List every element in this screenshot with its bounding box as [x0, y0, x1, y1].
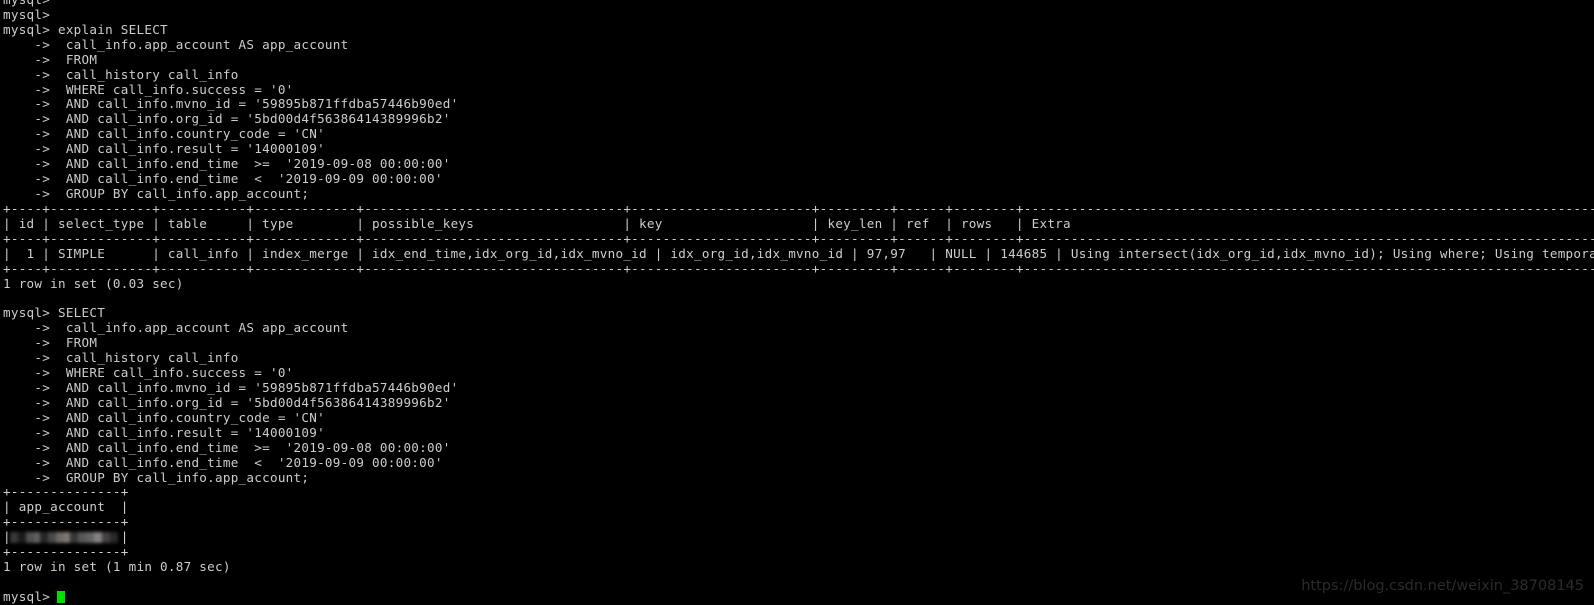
terminal-line: mysql> SELECT [3, 305, 106, 321]
terminal-line: -> call_history call_info [3, 350, 239, 366]
prompt-label: mysql> [3, 588, 51, 604]
terminal-line: +--------------+ [3, 514, 129, 530]
terminal-line: -> AND call_info.end_time >= '2019-09-08… [3, 156, 451, 172]
terminal-line: -> AND call_info.result = '14000109' [3, 141, 325, 157]
terminal-line: -> AND call_info.org_id = '5bd00d4f56386… [3, 111, 451, 127]
terminal-line: | id | select_type | table | type | poss… [3, 215, 1594, 231]
terminal-window[interactable]: mysql>mysql>mysql> explain SELECT -> cal… [0, 0, 1594, 605]
terminal-line: -> call_info.app_account AS app_account [3, 36, 349, 52]
terminal-line: mysql> explain SELECT [3, 21, 168, 37]
terminal-line: -> WHERE call_info.success = '0' [3, 365, 294, 381]
terminal-line: -> AND call_info.country_code = 'CN' [3, 126, 325, 142]
terminal-line: 1 row in set (1 min 0.87 sec) [3, 559, 231, 575]
text-cursor [57, 590, 66, 603]
terminal-line: -> AND call_info.country_code = 'CN' [3, 409, 325, 425]
terminal-line: mysql> [0, 0, 1594, 8]
terminal-line: 1 row in set (0.03 sec) [3, 275, 184, 291]
terminal-line: -> AND call_info.mvno_id = '59895b871ffd… [3, 379, 459, 395]
terminal-line: -> GROUP BY call_info.app_account; [3, 185, 310, 201]
redaction-blur-overlay [10, 532, 118, 544]
terminal-line: -> WHERE call_info.success = '0' [3, 81, 294, 97]
result-row-redacted: | | [3, 529, 129, 545]
terminal-line: -> AND call_info.end_time < '2019-09-09 … [3, 454, 443, 470]
terminal-line: | app_account | [3, 499, 129, 515]
terminal-line: | 1 | SIMPLE | call_info | index_merge |… [3, 245, 1594, 261]
watermark-text: https://blog.csdn.net/weixin_38708145 [1301, 578, 1584, 594]
terminal-line: +----+-------------+-----------+--------… [3, 200, 1594, 216]
terminal-line: mysql> [3, 6, 51, 22]
terminal-line: -> AND call_info.org_id = '5bd00d4f56386… [3, 394, 451, 410]
terminal-line: +----+-------------+-----------+--------… [3, 230, 1594, 246]
terminal-line: -> call_info.app_account AS app_account [3, 320, 349, 336]
terminal-line: -> call_history call_info [3, 66, 239, 82]
terminal-line: -> FROM [3, 335, 98, 351]
terminal-line: +----+-------------+-----------+--------… [3, 260, 1594, 276]
terminal-line: -> GROUP BY call_info.app_account; [3, 469, 310, 485]
terminal-line: +--------------+ [3, 484, 129, 500]
terminal-line: +--------------+ [3, 544, 129, 560]
terminal-line: -> AND call_info.end_time < '2019-09-09 … [3, 171, 443, 187]
terminal-line: -> AND call_info.mvno_id = '59895b871ffd… [3, 96, 459, 112]
terminal-screen: mysql>mysql>mysql> explain SELECT -> cal… [0, 0, 1594, 605]
terminal-line: -> AND call_info.result = '14000109' [3, 424, 325, 440]
terminal-line: -> AND call_info.end_time >= '2019-09-08… [3, 439, 451, 455]
terminal-line: -> FROM [3, 51, 98, 67]
